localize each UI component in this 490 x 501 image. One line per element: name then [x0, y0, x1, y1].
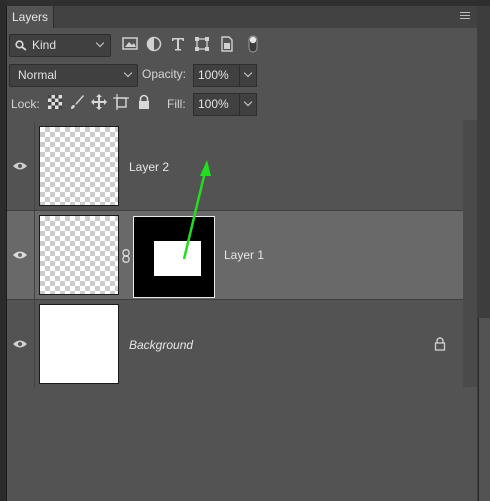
layer-list: Layer 2 Layer 1 Background [7, 120, 463, 389]
panel-tab-bar [7, 6, 477, 28]
opacity-label: Opacity: [142, 67, 187, 81]
mask-link-icon[interactable] [122, 249, 130, 263]
layer-thumbnail[interactable] [39, 304, 119, 384]
adjustment-filter-icon[interactable] [145, 35, 163, 53]
layer-row-layer-2[interactable]: Layer 2 [7, 122, 463, 211]
fill-label: Fill: [167, 97, 186, 111]
lock-artboard-icon[interactable] [113, 94, 129, 110]
fill-slider-button[interactable] [239, 93, 257, 116]
image-filter-icon[interactable] [121, 35, 139, 53]
mask-white-area [154, 241, 201, 276]
panel-menu-icon[interactable] [460, 10, 472, 20]
layer-row-layer-1[interactable]: Layer 1 [7, 211, 463, 300]
tab-label: Layers [12, 10, 49, 24]
chevron-down-icon [243, 97, 253, 107]
filter-toggle-icon[interactable] [244, 35, 262, 53]
search-icon [15, 40, 27, 51]
smart-object-filter-icon[interactable] [218, 35, 236, 53]
eye-icon[interactable] [13, 340, 27, 348]
layers-scrollbar[interactable] [463, 120, 477, 387]
layer-name[interactable]: Background [129, 338, 193, 352]
adjacent-panel [478, 318, 490, 501]
visibility-column [7, 122, 35, 210]
chevron-down-icon [123, 68, 133, 78]
kind-label: Kind [32, 38, 57, 52]
opacity-input[interactable]: 100% [193, 64, 240, 87]
filter-kind-select[interactable]: Kind [9, 34, 111, 57]
lock-icon[interactable] [434, 337, 446, 351]
chevron-down-icon [243, 68, 253, 78]
tab-layers[interactable]: Layers [7, 6, 54, 28]
eye-icon[interactable] [13, 251, 27, 259]
lock-label: Lock: [11, 97, 40, 111]
lock-all-icon[interactable] [136, 94, 152, 110]
opacity-value: 100% [198, 68, 229, 82]
layer-mask-thumbnail[interactable] [133, 216, 215, 298]
layer-row-background[interactable]: Background [7, 300, 463, 389]
blend-mode-value: Normal [18, 68, 57, 82]
fill-value: 100% [198, 97, 229, 111]
fill-input[interactable]: 100% [193, 93, 240, 116]
visibility-column [7, 211, 35, 299]
layer-thumbnail[interactable] [39, 215, 119, 295]
shape-filter-icon[interactable] [193, 35, 211, 53]
layer-list-empty-area [7, 388, 477, 501]
opacity-slider-button[interactable] [239, 64, 257, 87]
eye-icon[interactable] [13, 162, 27, 170]
lock-transparent-pixels-icon[interactable] [47, 94, 63, 110]
lock-position-icon[interactable] [91, 94, 107, 110]
chevron-down-icon [95, 38, 105, 48]
lock-image-pixels-icon[interactable] [69, 94, 85, 110]
layer-name[interactable]: Layer 1 [224, 248, 264, 262]
type-filter-icon[interactable] [169, 35, 187, 53]
layer-name[interactable]: Layer 2 [129, 160, 169, 174]
layer-thumbnail[interactable] [39, 126, 119, 206]
blend-mode-select[interactable]: Normal [9, 64, 138, 87]
visibility-column [7, 300, 35, 388]
window-left-edge [0, 0, 7, 501]
